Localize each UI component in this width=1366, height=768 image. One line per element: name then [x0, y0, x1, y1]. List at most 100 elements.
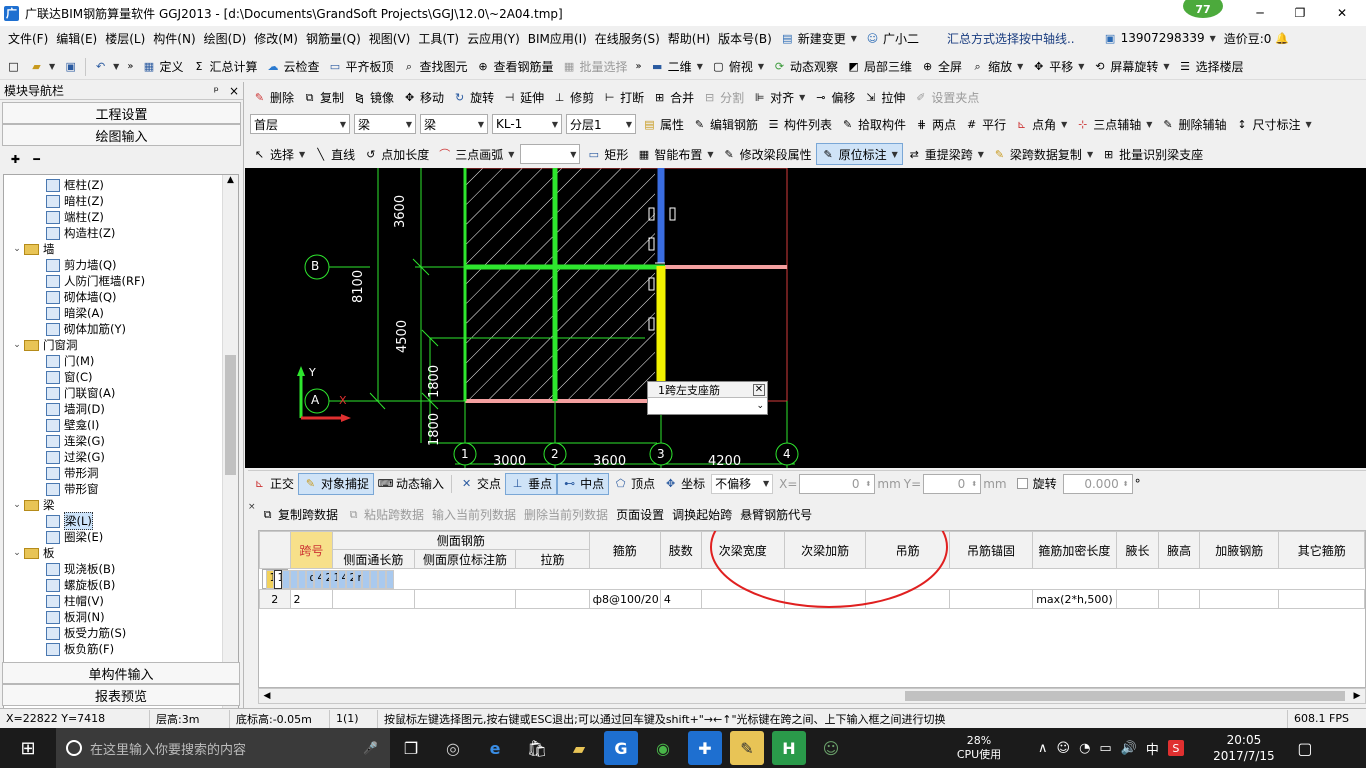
chevron-down-icon[interactable]: ⌄: [10, 340, 24, 350]
tree-folder[interactable]: ⌄ 门窗洞: [4, 337, 238, 353]
define-button[interactable]: ▦ 定义: [137, 56, 187, 78]
network-icon[interactable]: ▭: [1099, 741, 1111, 756]
menu-file[interactable]: 文件(F): [4, 27, 52, 49]
minimize-button[interactable]: ─: [1240, 6, 1280, 20]
wifi-icon[interactable]: ◔: [1079, 741, 1090, 756]
select-button[interactable]: ↖ 选择 ▼: [248, 143, 309, 165]
tree-item[interactable]: 板洞(N): [4, 609, 238, 625]
menu-component[interactable]: 构件(N): [149, 27, 199, 49]
close-button[interactable]: ✕: [1322, 6, 1362, 20]
tree-folder[interactable]: ⌄ 墙: [4, 241, 238, 257]
set-grip-button[interactable]: ✐ 设置夹点: [909, 86, 983, 108]
break-button[interactable]: ⊢ 打断: [598, 86, 648, 108]
layer-select[interactable]: 分层1 ▼: [566, 114, 636, 134]
cell-tie-bar[interactable]: [515, 589, 590, 609]
tree-item[interactable]: 窗(C): [4, 369, 238, 385]
menu-view[interactable]: 视图(V): [365, 27, 415, 49]
cell-side-through[interactable]: [281, 569, 290, 589]
cell-stirrup[interactable]: ф8@100/20: [305, 569, 314, 589]
clock[interactable]: 20:05 2017/7/15: [1204, 732, 1284, 764]
two-point-button[interactable]: ⋕ 两点: [910, 113, 960, 135]
collapse-all-icon[interactable]: ━: [29, 152, 44, 167]
maximize-button[interactable]: ❐: [1280, 6, 1320, 20]
floor-select[interactable]: 首层 ▼: [250, 114, 350, 134]
rebar-app-icon[interactable]: H: [772, 731, 806, 765]
pin-icon[interactable]: ᵖ: [214, 84, 219, 98]
menu-floor[interactable]: 楼层(L): [101, 27, 149, 49]
properties-button[interactable]: ▤ 属性: [638, 113, 688, 135]
menu-version[interactable]: 版本号(B): [714, 27, 776, 49]
menu-modify[interactable]: 修改(M): [250, 27, 302, 49]
cell-hanger-anchor[interactable]: 20*d: [345, 569, 354, 589]
tree-item[interactable]: 端柱(Z): [4, 209, 238, 225]
tree-item[interactable]: 剪力墙(Q): [4, 257, 238, 273]
delete-button[interactable]: ✎ 删除: [248, 86, 298, 108]
h-scroll-thumb[interactable]: [905, 691, 1345, 701]
scroll-up-icon[interactable]: ▲: [223, 175, 238, 191]
menu-assistant[interactable]: ☺ 广小二: [861, 27, 923, 49]
notes-app-icon[interactable]: ✎: [730, 731, 764, 765]
menu-cloud[interactable]: 云应用(Y): [463, 27, 524, 49]
cell-hanger-anchor[interactable]: [948, 589, 1034, 609]
cell-span[interactable]: 1: [273, 569, 282, 589]
browser-360-icon[interactable]: ◎: [436, 731, 470, 765]
edge-icon[interactable]: e: [478, 731, 512, 765]
arc-mode-select[interactable]: ▼: [520, 144, 581, 164]
single-component-tab[interactable]: 单构件输入: [2, 662, 240, 684]
tree-item[interactable]: 人防门框墙(RF): [4, 273, 238, 289]
cell-other-stirrup[interactable]: [1278, 589, 1365, 609]
perpendicular-button[interactable]: ⊥ 垂点: [505, 472, 558, 495]
rectangle-button[interactable]: ▭ 矩形: [582, 143, 632, 165]
vertex-button[interactable]: ⬠ 顶点: [609, 473, 659, 495]
save-button[interactable]: ▣: [59, 56, 82, 78]
flush-top-button[interactable]: ▭ 平齐板顶: [323, 56, 397, 78]
x-input[interactable]: 0 ⬍: [799, 473, 876, 494]
tree-item[interactable]: 连梁(G): [4, 433, 238, 449]
tree-item[interactable]: 壁龛(I): [4, 417, 238, 433]
copy-button[interactable]: ⧉ 复制: [298, 86, 348, 108]
scroll-left-icon[interactable]: ◀: [259, 691, 275, 701]
microphone-icon[interactable]: 🎤: [363, 741, 378, 755]
menu-bim[interactable]: BIM应用(I): [524, 27, 591, 49]
cell-legs[interactable]: 4: [659, 589, 702, 609]
popup-dropdown-icon[interactable]: ⌄: [756, 401, 764, 411]
tree-item[interactable]: 砌体墙(Q): [4, 289, 238, 305]
tree-item[interactable]: 梁(L): [4, 512, 238, 530]
menu-new-change[interactable]: ▤ 新建变更 ▼: [776, 27, 861, 49]
stretch-button[interactable]: ⇲ 拉伸: [859, 86, 909, 108]
component-list-button[interactable]: ☰ 构件列表: [762, 113, 836, 135]
three-point-arc-button[interactable]: ⌒ 三点画弧 ▼: [433, 143, 518, 165]
cell-haunch-rebar[interactable]: [1199, 589, 1280, 609]
menu-draw[interactable]: 绘图(D): [200, 27, 251, 49]
copy-span-data-button[interactable]: ⧉ 复制跨数据: [256, 503, 342, 525]
notification-center-icon[interactable]: ▢: [1288, 731, 1322, 765]
span-copy-button[interactable]: ✎ 梁跨数据复制 ▼: [988, 143, 1097, 165]
bim-app-icon[interactable]: ✚: [688, 731, 722, 765]
mirror-button[interactable]: ⧎ 镜像: [348, 86, 398, 108]
rotate-button[interactable]: ↻ 旋转: [448, 86, 498, 108]
top-view-select[interactable]: ▢ 俯视 ▼: [707, 56, 768, 78]
notice-link[interactable]: 汇总方式选择按中轴线..: [943, 27, 1079, 49]
chevron-down-icon[interactable]: ⌄: [10, 500, 24, 510]
taskbar-search[interactable]: 在这里输入你要搜索的内容 🎤: [56, 728, 390, 768]
smart-place-button[interactable]: ▦ 智能布置 ▼: [632, 143, 717, 165]
pick-component-button[interactable]: ✎ 拾取构件: [836, 113, 910, 135]
dimension-button[interactable]: ↕ 尺寸标注 ▼: [1230, 113, 1315, 135]
windows-start-icon[interactable]: ⊞: [4, 731, 52, 765]
tree-folder[interactable]: ⌄ 板: [4, 545, 238, 561]
tree-scrollbar[interactable]: ▲ ▼: [222, 175, 238, 739]
price-bean[interactable]: 造价豆:0 🔔: [1220, 27, 1294, 49]
subcategory-select[interactable]: 梁 ▼: [420, 114, 488, 134]
component-select[interactable]: KL-1 ▼: [492, 114, 562, 134]
orbit-button[interactable]: ⟳ 动态观察: [768, 56, 842, 78]
merge-button[interactable]: ⊞ 合并: [648, 86, 698, 108]
modify-segment-button[interactable]: ✎ 修改梁段属性: [718, 143, 816, 165]
chevron-down-icon[interactable]: ⌄: [10, 244, 24, 254]
y-input[interactable]: 0 ⬍: [923, 473, 982, 494]
tree-item[interactable]: 构造柱(Z): [4, 225, 238, 241]
chevron-down-icon[interactable]: ⌄: [10, 548, 24, 558]
report-preview-tab[interactable]: 报表预览: [2, 684, 240, 706]
file-explorer-icon[interactable]: ▰: [562, 731, 596, 765]
sogou-icon[interactable]: S: [1167, 740, 1184, 756]
view-rebar-button[interactable]: ⊕ 查看钢筋量: [472, 56, 558, 78]
